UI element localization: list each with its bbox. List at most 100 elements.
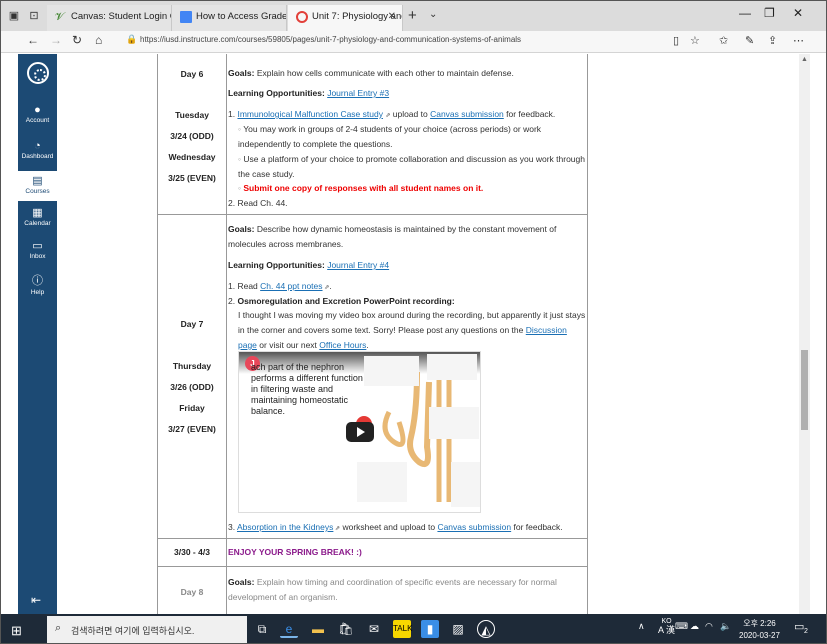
taskbar: ⊞ ⌕ 검색하려면 여기에 입력하십시오. ⧉ e ▬ 🛍 ✉ TALK ▮ ▨… <box>1 614 826 643</box>
calendar-icon: ▦ <box>32 207 43 219</box>
collapse-nav-icon[interactable]: ⇤ <box>31 593 41 607</box>
favorites-icon[interactable]: ✩ <box>719 34 728 47</box>
dashboard-icon: ◔ <box>34 140 41 152</box>
video-player[interactable]: J ach part of the nephron performs a dif… <box>238 351 481 513</box>
row-divider <box>157 538 588 539</box>
tab-label: How to Access Gradeslam a <box>196 11 287 22</box>
nav-inbox[interactable]: ▭ Inbox <box>18 239 57 260</box>
mail-icon[interactable]: ✉ <box>365 620 383 638</box>
nav-courses[interactable]: ▤ Courses <box>18 171 57 201</box>
address-bar: ← → ↻ ⌂ 🔒 https://iusd.instructure.com/c… <box>1 31 826 53</box>
file-explorer-icon[interactable]: ▬ <box>309 620 327 638</box>
notifications-icon[interactable]: ▭ <box>794 620 804 633</box>
help-icon: ⓘ <box>32 275 43 287</box>
canvas-tab-icon: 𝓥 <box>55 11 65 23</box>
ime-mode-icon[interactable]: ⌨ <box>675 621 688 632</box>
chevron-down-icon[interactable]: ⌄ <box>429 9 437 20</box>
reading-view-icon[interactable]: ▯ <box>673 34 679 47</box>
forward-icon[interactable]: → <box>50 33 62 47</box>
back-icon[interactable]: ← <box>27 33 39 47</box>
windows-start-icon[interactable]: ⊞ <box>11 623 22 639</box>
row-divider <box>157 566 588 567</box>
absorption-kidneys-link[interactable]: Absorption in the Kidneys <box>237 522 333 532</box>
break-dates: 3/30 - 4/3 <box>174 547 210 557</box>
tab-unit7[interactable]: Unit 7: Physiology and C ✕ <box>288 5 403 31</box>
canvas-submission-link[interactable]: Canvas submission <box>437 522 511 532</box>
notes-pen-icon[interactable]: ✎ <box>745 34 754 47</box>
app-round-icon[interactable]: ◭ <box>477 620 495 638</box>
favorite-star-icon[interactable]: ☆ <box>690 34 700 47</box>
tab-bar: ▣ ⊡ 𝓥 Canvas: Student Login Guid How to … <box>1 1 826 31</box>
ppt-notes-link[interactable]: Ch. 44 ppt notes <box>260 281 322 291</box>
date-line: Wednesday <box>168 152 216 162</box>
onedrive-icon[interactable]: ☁ <box>690 621 699 632</box>
refresh-icon[interactable]: ↻ <box>72 33 82 47</box>
list-item: 2. Read Ch. 44. <box>228 198 288 208</box>
date-line: Thursday <box>172 361 212 371</box>
notification-count: 2 <box>804 628 808 635</box>
date-line: 3/24 (ODD) <box>170 131 214 141</box>
nav-calendar[interactable]: ▦ Calendar <box>18 206 57 227</box>
learning-opportunities: Learning Opportunities: Journal Entry #4 <box>228 260 390 270</box>
volume-icon[interactable]: 🔈 <box>720 621 731 632</box>
canvas-submission-link[interactable]: Canvas submission <box>430 109 504 119</box>
recording-note: I thought I was moving my video box arou… <box>238 310 586 350</box>
courses-icon: ▤ <box>32 175 43 187</box>
journal-entry-link[interactable]: Journal Entry #4 <box>327 260 389 270</box>
close-window-icon[interactable]: ✕ <box>793 6 803 20</box>
home-icon[interactable]: ⌂ <box>95 33 102 47</box>
task-view-icon[interactable]: ⧉ <box>253 620 271 638</box>
photos-icon[interactable]: ▨ <box>449 620 467 638</box>
tab-actions-icon[interactable]: ▣ <box>7 9 21 23</box>
tab-label: Canvas: Student Login Guid <box>71 11 171 22</box>
office-hours-link[interactable]: Office Hours <box>319 340 366 350</box>
journal-entry-link[interactable]: Journal Entry #3 <box>327 88 389 98</box>
close-tab-icon[interactable]: ✕ <box>388 5 396 29</box>
goals-text: Goals: Explain how timing and coordinati… <box>228 577 557 602</box>
browser-window: ▣ ⊡ 𝓥 Canvas: Student Login Guid How to … <box>0 0 827 644</box>
system-clock[interactable]: 오후 2:26 2020-03-27 <box>739 618 780 642</box>
new-tab-icon[interactable]: + <box>408 7 417 24</box>
minimize-icon[interactable]: — <box>739 6 751 20</box>
list-item: 2. Osmoregulation and Excretion PowerPoi… <box>228 296 455 306</box>
taskbar-search[interactable]: ⌕ 검색하려면 여기에 입력하십시오. <box>47 616 247 643</box>
search-placeholder: 검색하려면 여기에 입력하십시오. <box>71 626 195 636</box>
app-icon[interactable]: ▮ <box>421 620 439 638</box>
show-hidden-icons[interactable]: ∧ <box>638 621 645 632</box>
table-column-divider <box>226 54 227 614</box>
tab-canvas-login-guide[interactable]: 𝓥 Canvas: Student Login Guid <box>47 5 172 31</box>
maximize-icon[interactable]: ❐ <box>764 6 775 20</box>
canvas-logo-icon[interactable] <box>27 62 49 84</box>
account-icon: ● <box>34 104 41 116</box>
store-icon[interactable]: 🛍 <box>337 620 355 638</box>
docs-tab-icon <box>180 11 192 23</box>
date-line: 3/27 (EVEN) <box>168 424 216 434</box>
edge-browser-icon[interactable]: e <box>280 620 298 638</box>
nav-account[interactable]: ● Account <box>18 104 57 124</box>
scrollbar-thumb[interactable] <box>801 350 808 430</box>
share-icon[interactable]: ⇪ <box>768 34 777 47</box>
tab-gradeslam[interactable]: How to Access Gradeslam a <box>172 5 287 31</box>
vertical-scrollbar[interactable]: ▲ <box>799 54 810 614</box>
date-line: Tuesday <box>175 110 209 120</box>
spring-break-text: ENJOY YOUR SPRING BREAK! :) <box>228 547 362 557</box>
url-field[interactable]: https://iusd.instructure.com/courses/598… <box>140 35 521 44</box>
set-aside-tabs-icon[interactable]: ⊡ <box>27 9 41 23</box>
scroll-up-icon[interactable]: ▲ <box>801 56 808 63</box>
lock-icon: 🔒 <box>126 34 138 44</box>
row-divider <box>157 214 588 215</box>
case-study-link[interactable]: Immunological Malfunction Case study <box>237 109 383 119</box>
nav-dashboard[interactable]: ◔ Dashboard <box>18 140 57 160</box>
kakaotalk-icon[interactable]: TALK <box>393 620 412 638</box>
date-line: Friday <box>179 403 205 413</box>
play-button[interactable] <box>346 422 374 442</box>
list-item: ◦ Submit one copy of responses with all … <box>238 183 484 193</box>
more-menu-icon[interactable]: ⋯ <box>793 34 804 47</box>
goals-text: Goals: Describe how dynamic homeostasis … <box>228 224 557 249</box>
wifi-icon[interactable]: ◠ <box>705 621 713 632</box>
list-item: ◦ Use a platform of your choice to promo… <box>238 154 585 179</box>
nav-help[interactable]: ⓘ Help <box>18 272 57 296</box>
goals-text: Goals: Explain how cells communicate wit… <box>228 68 514 78</box>
ime-indicator[interactable]: KO A 漢 <box>658 618 675 636</box>
date-line: 3/25 (EVEN) <box>168 173 216 183</box>
